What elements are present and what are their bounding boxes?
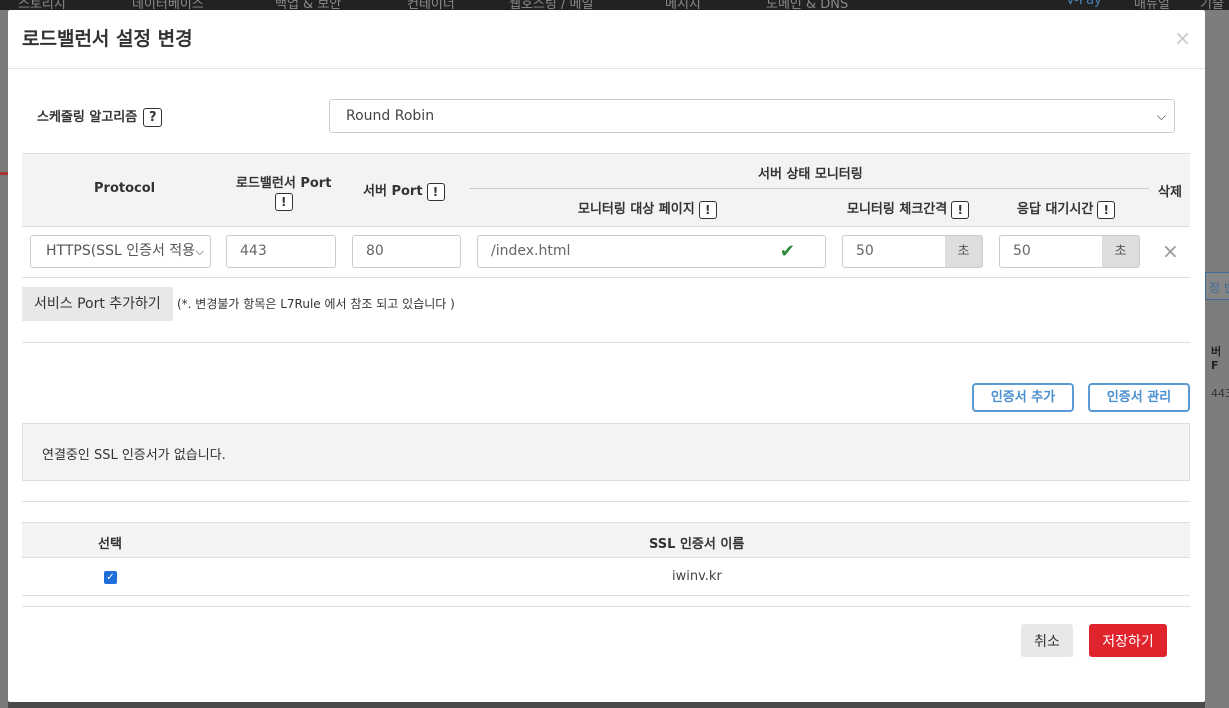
ssl-cert-name: iwinv.kr <box>672 569 722 584</box>
bg-nav-item: 도메인 & DNS <box>766 0 849 10</box>
header-response-wait: 응답 대기시간! <box>1017 198 1116 219</box>
bg-nav-item: 데이터베이스 <box>132 0 204 10</box>
background-right-edge: 정 변 버 F 443 <box>1205 10 1229 708</box>
loadbalancer-settings-modal: 로드밸런서 설정 변경 × 스케줄링 알고리즘? Round Robin ⌵ P… <box>8 10 1205 702</box>
info-icon[interactable]: ! <box>1097 200 1116 219</box>
scheduling-label-text: 스케줄링 알고리즘 <box>37 110 138 125</box>
bg-fragment-header: 버 F <box>1211 345 1222 372</box>
save-button[interactable]: 저장하기 <box>1089 624 1167 657</box>
info-icon[interactable]: ! <box>426 182 445 201</box>
header-server-port-label: 서버 Port <box>363 184 423 199</box>
background-nav: 스토리지 데이터베이스 백업 & 보안 컨테이너 웹호스팅 / 메일 메시지 도… <box>0 0 1229 10</box>
scheduling-label: 스케줄링 알고리즘? <box>37 106 163 127</box>
divider <box>22 606 1190 607</box>
add-service-port-button[interactable]: 서비스 Port 추가하기 <box>22 287 173 321</box>
header-monitor-page-label: 모니터링 대상 페이지 <box>578 202 695 217</box>
response-wait-field[interactable]: 50 <box>999 235 1103 268</box>
protocol-select[interactable]: HTTPS(SSL 인증서 적용 ⌵ <box>30 235 211 268</box>
check-icon: ✔ <box>779 241 795 262</box>
header-protocol: Protocol <box>94 181 156 196</box>
modal-header: 로드밸런서 설정 변경 × <box>8 10 1205 69</box>
header-check-interval-label: 모니터링 체크간격 <box>847 202 948 217</box>
scheduling-select-value: Round Robin <box>346 108 435 124</box>
monitor-page-value: /index.html <box>491 243 571 259</box>
chevron-down-icon: ⌵ <box>1156 109 1166 123</box>
header-check-interval: 모니터링 체크간격! <box>847 198 970 219</box>
bg-fragment-button: 정 변 <box>1205 272 1229 300</box>
manage-certificate-button[interactable]: 인증서 관리 <box>1088 383 1190 412</box>
divider <box>22 342 1190 343</box>
header-server-port: 서버 Port! <box>363 180 445 201</box>
bg-nav-item: 기술 <box>1200 0 1224 10</box>
cancel-button[interactable]: 취소 <box>1021 624 1073 657</box>
seconds-unit: 초 <box>1102 235 1140 268</box>
bg-fragment-value: 443 <box>1211 387 1229 400</box>
bg-nav-item: 웹호스팅 / 메일 <box>509 0 594 10</box>
header-delete: 삭제 <box>1158 185 1182 200</box>
header-select: 선택 <box>98 537 122 552</box>
chevron-down-icon: ⌵ <box>195 245 204 258</box>
background-left-edge <box>0 10 8 708</box>
header-monitor-page: 모니터링 대상 페이지! <box>578 198 717 219</box>
delete-row-icon[interactable]: × <box>1162 239 1179 263</box>
add-certificate-button[interactable]: 인증서 추가 <box>972 383 1074 412</box>
header-response-wait-label: 응답 대기시간 <box>1017 202 1094 217</box>
header-lb-port: 로드밸런서 Port ! <box>236 172 331 211</box>
protocol-select-value: HTTPS(SSL 인증서 적용 <box>46 243 196 259</box>
ssl-table-header: 선택 SSL 인증서 이름 <box>22 522 1190 558</box>
scheduling-select[interactable]: Round Robin ⌵ <box>329 99 1175 133</box>
ssl-empty-message: 연결중인 SSL 인증서가 없습니다. <box>22 423 1190 481</box>
header-monitoring-group: 서버 상태 모니터링 <box>758 167 863 182</box>
info-icon[interactable]: ! <box>698 200 717 219</box>
help-icon[interactable]: ? <box>143 108 163 127</box>
bg-nav-item: 백업 & 보안 <box>275 0 342 10</box>
header-lb-port-label: 로드밸런서 Port <box>236 176 332 191</box>
close-icon[interactable]: × <box>1174 26 1191 50</box>
bg-nav-item: 컨테이너 <box>407 0 455 10</box>
header-ssl-name: SSL 인증서 이름 <box>649 537 745 552</box>
select-checkbox[interactable]: ✓ <box>104 571 117 584</box>
bg-nav-item: 메시지 <box>665 0 701 10</box>
note-text: (*. 변경불가 항목은 L7Rule 에서 참조 되고 있습니다 ) <box>177 297 455 311</box>
info-icon[interactable]: ! <box>274 193 293 211</box>
check-interval-field[interactable]: 50 <box>842 235 946 268</box>
server-port-field[interactable]: 80 <box>352 235 461 268</box>
info-icon[interactable]: ! <box>951 200 970 219</box>
bg-accent-bar <box>0 172 8 175</box>
divider <box>22 501 1190 502</box>
bg-nav-item: 스토리지 <box>18 0 66 10</box>
port-table-header: Protocol 로드밸런서 Port ! 서버 Port! 서버 상태 모니터… <box>22 153 1190 227</box>
bg-nav-item: V-Pay <box>1066 0 1102 8</box>
table-row: ✓ iwinv.kr <box>22 558 1190 596</box>
seconds-unit: 초 <box>945 235 983 268</box>
table-row: HTTPS(SSL 인증서 적용 ⌵ 443 80 /index.html ✔ … <box>22 227 1190 278</box>
header-divider <box>469 188 1149 189</box>
lb-port-field[interactable]: 443 <box>226 235 336 268</box>
modal-title: 로드밸런서 설정 변경 <box>22 28 193 50</box>
bg-nav-item: 매뉴얼 <box>1134 0 1170 10</box>
monitor-page-field[interactable]: /index.html ✔ <box>477 235 826 268</box>
